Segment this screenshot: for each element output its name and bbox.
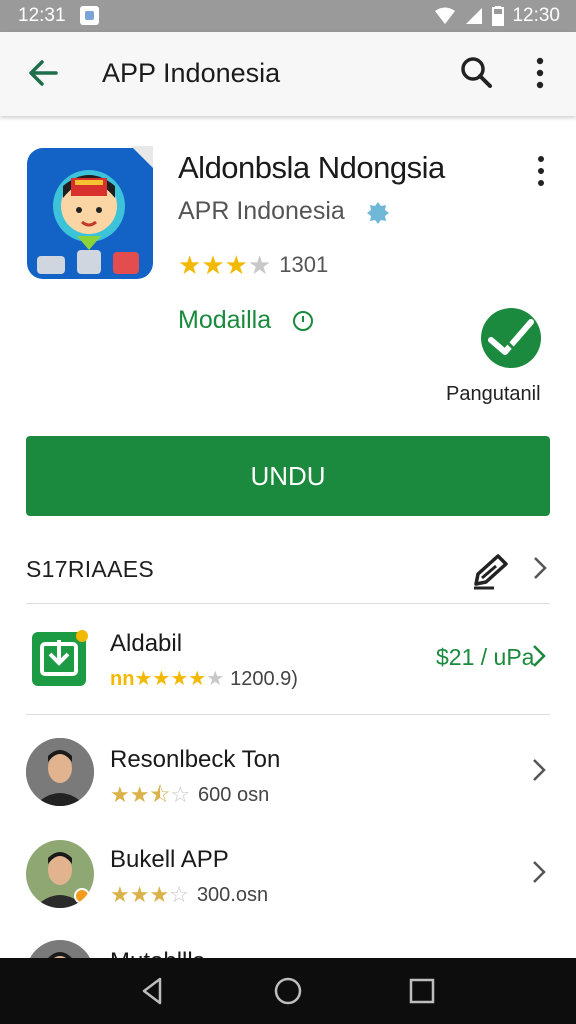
- more-options-icon[interactable]: [528, 56, 552, 90]
- search-icon[interactable]: [458, 54, 494, 90]
- more-options-icon[interactable]: [530, 154, 552, 188]
- divider: [26, 603, 550, 604]
- list-item-name: Aldabil: [110, 630, 183, 657]
- star-empty-icon: ☆: [169, 882, 189, 907]
- nav-back-icon[interactable]: [136, 975, 168, 1007]
- developer-name[interactable]: APR Indonesia: [178, 197, 345, 226]
- install-button[interactable]: UNDU: [26, 436, 550, 516]
- nav-home-icon[interactable]: [272, 975, 304, 1007]
- status-time-left: 12:31: [18, 5, 66, 26]
- star-icon: ★: [201, 250, 225, 280]
- star-empty-icon: ☆: [170, 782, 191, 807]
- list-item-rating: ★ ★ ★ ☆ 300.osn: [110, 882, 268, 908]
- nav-recents-icon[interactable]: [406, 975, 438, 1007]
- battery-icon: [492, 6, 505, 26]
- star-icon: ★: [188, 668, 207, 690]
- chat-check-icon[interactable]: [479, 306, 543, 370]
- notification-icon: [80, 6, 99, 25]
- section-title: S17RIAAES: [26, 556, 154, 582]
- app-bar: APP Indonesia: [0, 32, 576, 116]
- signal-icon: [466, 8, 483, 24]
- status-icons: 12:30: [434, 5, 560, 27]
- side-action-label: Pangutanil: [446, 383, 541, 405]
- star-icon: ★: [170, 668, 189, 690]
- star-icon: ★: [110, 882, 130, 907]
- section-header[interactable]: S17RIAAES: [26, 540, 550, 600]
- list-item-rating: ★ ★ ⯪ ☆ 600 osn: [110, 782, 269, 808]
- page-title: APP Indonesia: [102, 58, 281, 88]
- avatar: [26, 840, 94, 908]
- app-status-label: Modailla: [178, 306, 272, 334]
- list-item[interactable]: Mutohllls: [26, 934, 550, 958]
- list-item-name: Resonlbeck Ton: [110, 746, 281, 773]
- wifi-icon: [435, 7, 456, 24]
- star-icon: ★: [129, 782, 150, 807]
- star-icon: ★: [110, 782, 130, 807]
- list-item-rating: nn ★ ★ ★ ★ ★ 1200.9): [110, 666, 298, 692]
- star-icon: ★: [152, 668, 171, 690]
- rating-meta: 300.osn: [196, 883, 269, 906]
- back-arrow-icon[interactable]: [26, 56, 60, 90]
- avatar: [26, 738, 94, 806]
- chevron-right-icon[interactable]: [530, 642, 548, 670]
- app-name: Aldonbsla Ndongsia: [178, 150, 445, 185]
- chevron-right-icon[interactable]: [530, 554, 550, 582]
- status-bar: 12:31 12:30: [0, 0, 576, 32]
- list-item-name: Bukell APP: [110, 846, 229, 873]
- system-nav-bar: [0, 958, 576, 1024]
- list-item-price: $21 / uPa: [436, 644, 535, 670]
- edit-pen-icon[interactable]: [470, 550, 512, 590]
- verified-badge-icon: [367, 202, 389, 224]
- rating-meta: 1200.9): [230, 667, 298, 690]
- star-icon: ★: [178, 250, 202, 280]
- rating-meta: 600 osn: [198, 783, 270, 806]
- chevron-right-icon[interactable]: [530, 756, 548, 784]
- download-app-icon: [32, 630, 88, 686]
- info-icon: [293, 311, 313, 331]
- rating-prefix: nn: [110, 667, 135, 690]
- star-icon: ★: [134, 668, 153, 690]
- rating-count: 1301: [279, 252, 329, 277]
- star-icon: ★: [224, 250, 248, 280]
- status-time-right: 12:30: [512, 5, 560, 26]
- star-icon: ★: [129, 882, 150, 907]
- divider: [26, 714, 550, 715]
- avatar: [26, 940, 94, 958]
- list-item-name: Mutohllls: [110, 948, 205, 958]
- star-half-icon: ⯪: [149, 782, 171, 807]
- list-item[interactable]: Bukell APP ★ ★ ★ ☆ 300.osn: [26, 832, 550, 922]
- star-icon: ★: [149, 882, 170, 907]
- app-icon: [27, 146, 153, 279]
- app-rating: ★ ★ ★ ★ 1301: [178, 252, 328, 278]
- chevron-right-icon[interactable]: [530, 858, 548, 886]
- list-item[interactable]: Aldabil nn ★ ★ ★ ★ ★ 1200.9) $21 / uPa: [26, 620, 550, 710]
- star-icon: ★: [247, 250, 272, 280]
- star-icon: ★: [206, 668, 225, 690]
- list-item[interactable]: Resonlbeck Ton ★ ★ ⯪ ☆ 600 osn: [26, 732, 550, 822]
